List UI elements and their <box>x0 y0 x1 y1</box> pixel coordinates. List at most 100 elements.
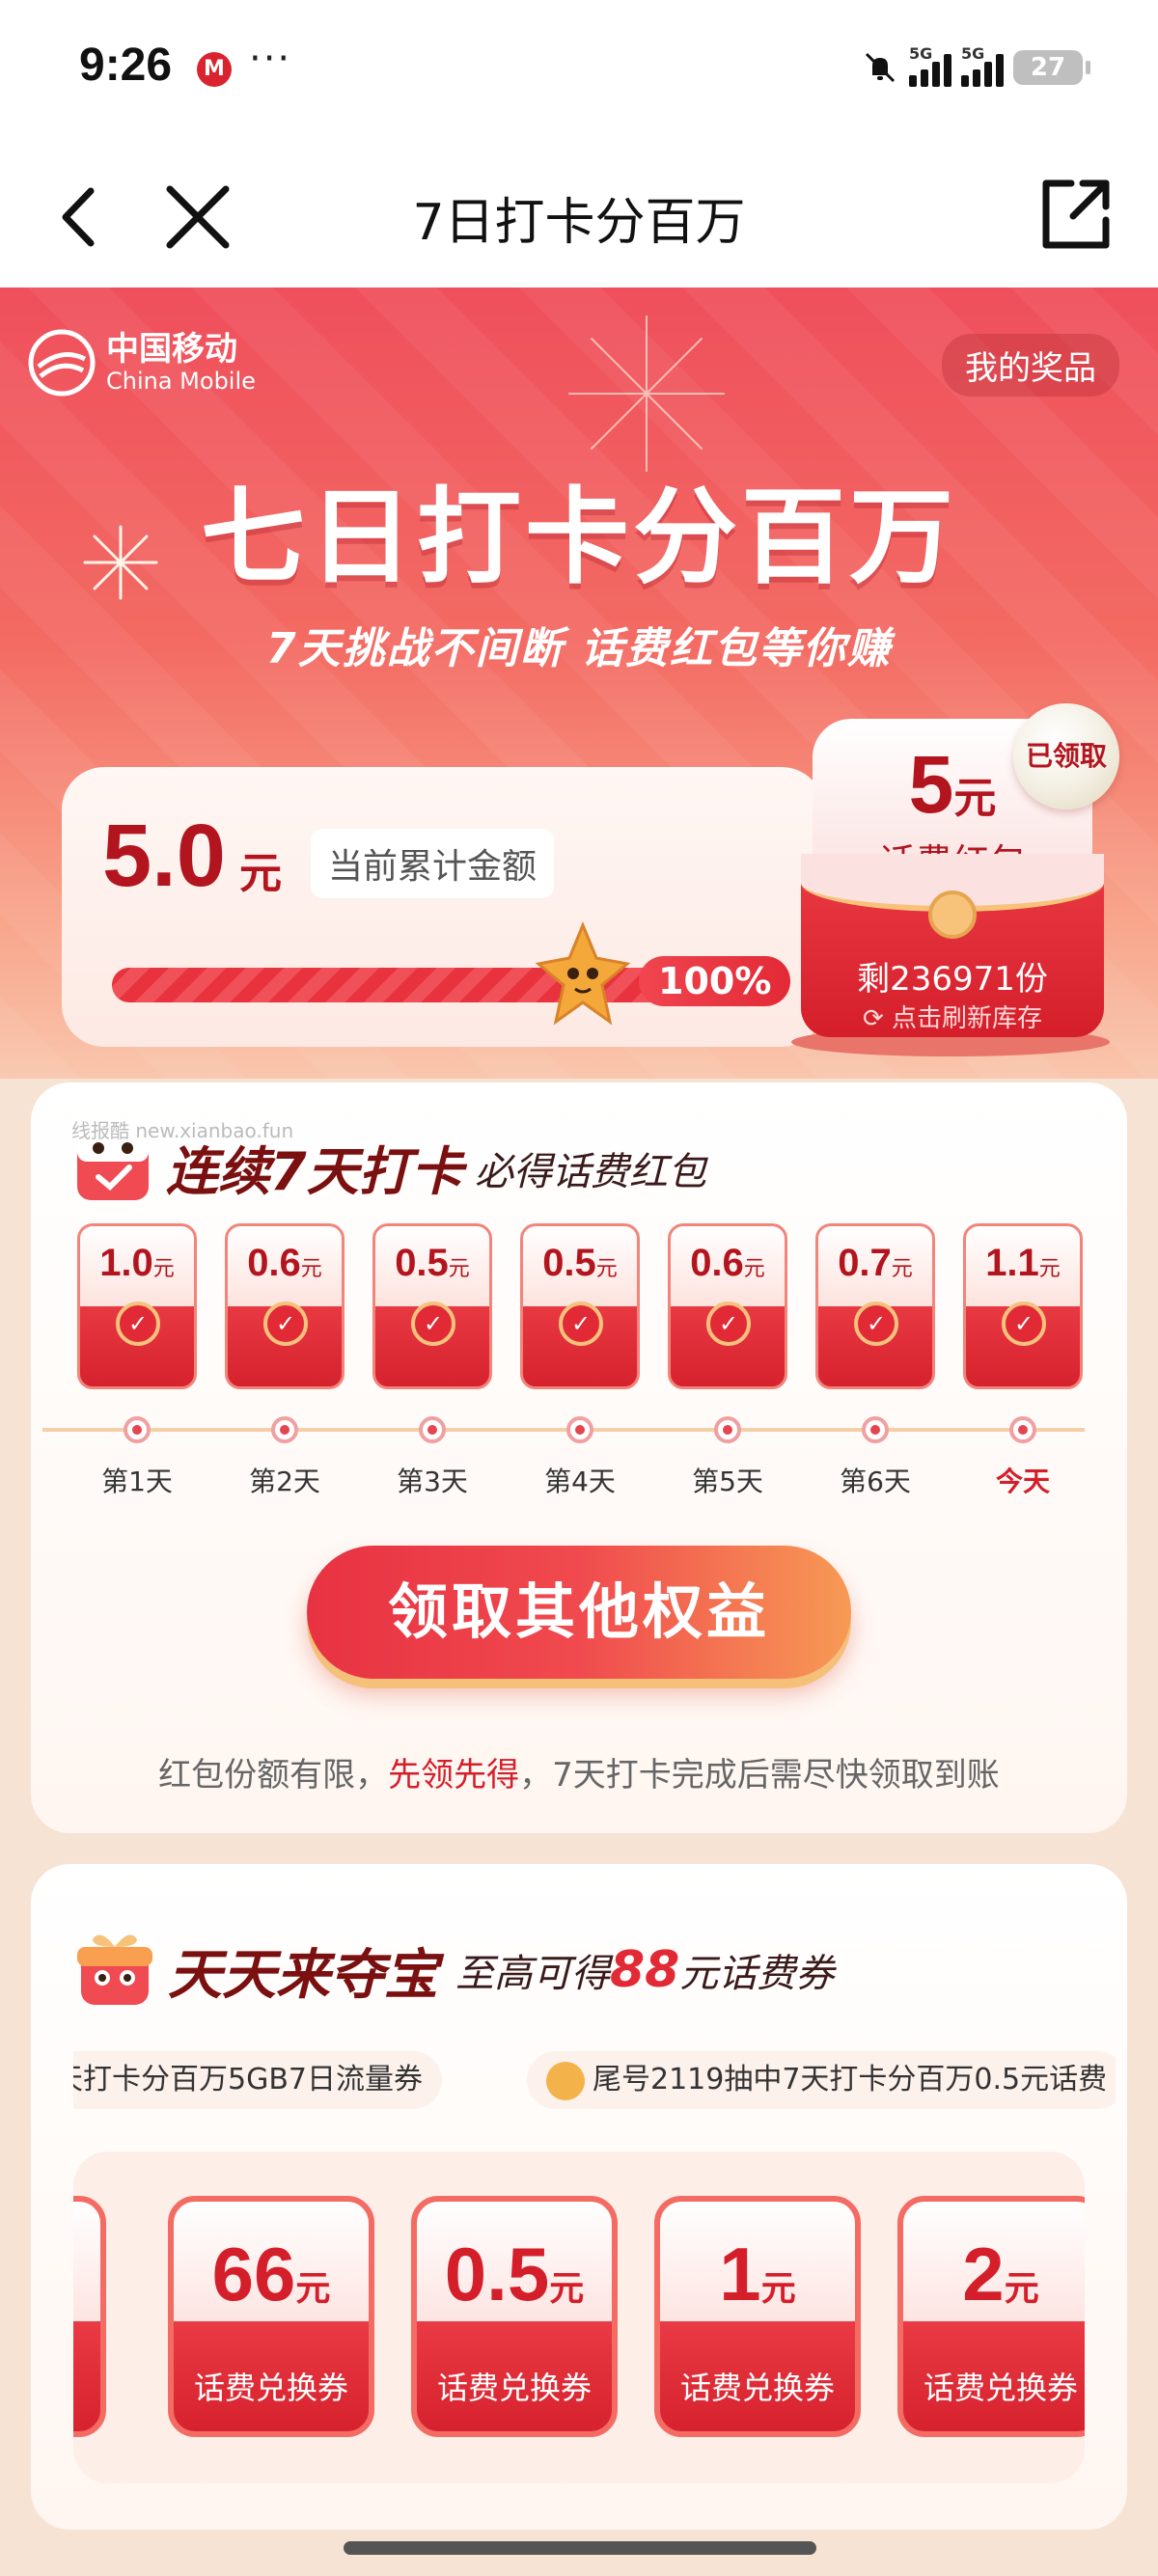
share-icon[interactable] <box>1033 172 1119 259</box>
brand-name-cn: 中国移动 <box>106 330 237 369</box>
red-packet-remaining: 剩236971份 <box>857 960 1048 999</box>
coupon-label: 话费兑换券 <box>923 2370 1078 2406</box>
treasure-subtitle-prefix: 至高可得 <box>455 1952 610 1996</box>
brand-name-en: China Mobile <box>106 368 256 395</box>
refresh-stock-label: 点击刷新库存 <box>892 1004 1043 1033</box>
coupon-card-partial[interactable] <box>73 2196 106 2437</box>
coupon-amount-unit: 元 <box>295 2269 331 2309</box>
signal-icon-1: 5G <box>909 44 951 87</box>
check-icon: ✓ <box>854 1302 898 1346</box>
coupon-amount: 0.5元 <box>417 2231 612 2318</box>
coupon-amount-value: 0.5 <box>444 2232 550 2316</box>
status-indicators: 5G 5G 27 <box>861 44 1090 91</box>
checkin-day-card: 0.5元 ✓ <box>520 1223 640 1389</box>
day-red-packet: 0.6元 ✓ <box>225 1223 345 1389</box>
day-amount: 0.5元 <box>523 1242 637 1285</box>
day-amount-value: 0.6 <box>690 1242 744 1284</box>
day-red-packet: 1.0元 ✓ <box>77 1223 197 1389</box>
coupon-amount-unit: 元 <box>1004 2269 1039 2309</box>
day-amount: 1.0元 <box>80 1242 194 1285</box>
notice-suffix: ，7天打卡完成后需尽快领取到账 <box>519 1756 1000 1795</box>
check-icon: ✓ <box>263 1302 308 1346</box>
status-time: 9:26 <box>79 40 173 91</box>
home-indicator <box>344 2541 816 2555</box>
timeline-dot <box>862 1416 889 1443</box>
timeline-dot <box>1009 1416 1036 1443</box>
day-label: 第6天 <box>840 1466 911 1497</box>
day-label: 第5天 <box>692 1466 763 1497</box>
winner-avatar-icon <box>546 2061 585 2100</box>
refresh-stock-link[interactable]: ⟳ 点击刷新库存 <box>801 999 1104 1034</box>
coupon-amount-value: 66 <box>211 2232 296 2316</box>
china-mobile-logo: 中国移动 China Mobile <box>27 328 256 397</box>
day-amount: 0.5元 <box>375 1242 489 1285</box>
checkin-calendar-icon <box>77 1140 149 1200</box>
day-amount-value: 0.5 <box>395 1242 449 1284</box>
claimed-badge: 已领取 <box>1013 703 1119 809</box>
day-amount: 0.6元 <box>228 1242 342 1285</box>
nav-bar: 7日打卡分百万 <box>0 145 1158 288</box>
claim-other-benefits-button[interactable]: 领取其他权益 <box>307 1546 851 1679</box>
day-amount-value: 0.6 <box>247 1242 301 1284</box>
hero-title: 七日打卡分百万 <box>200 478 957 598</box>
treasure-subtitle: 至高可得88元话费券 <box>455 1941 834 1999</box>
checkin-day-card: 0.7元 ✓ <box>815 1223 935 1389</box>
china-mobile-logo-icon <box>28 329 96 397</box>
exchange-coupon-card[interactable]: 1元话费兑换券 <box>654 2196 861 2437</box>
day-amount: 0.6元 <box>671 1242 785 1285</box>
checkin-title: 连续7天打卡 <box>166 1141 463 1202</box>
notice-prefix: 红包份额有限， <box>158 1756 389 1795</box>
coupon-amount-value: 2 <box>962 2232 1005 2316</box>
day-label-today: 今天 <box>995 1466 1050 1497</box>
checkin-card: 线报酷 new.xianbao.fun 连续7天打卡 必得话费红包 <box>31 1082 1127 1833</box>
day-label: 第1天 <box>101 1466 173 1497</box>
winners-marquee: 天打卡分百万5GB7日流量券 尾号2119抽中7天打卡分百万0.5元话费 <box>73 2047 1116 2115</box>
day-amount-value: 0.5 <box>542 1242 596 1284</box>
coupon-amount-unit: 元 <box>760 2269 796 2309</box>
day-red-packet: 0.5元 ✓ <box>520 1223 640 1389</box>
coupon-amount-value: 1 <box>719 2232 761 2316</box>
day-red-packet: 0.5元 ✓ <box>372 1223 492 1389</box>
red-packet-amount-unit: 元 <box>953 774 997 823</box>
coupon-label: 话费兑换券 <box>436 2370 592 2406</box>
checkin-timeline <box>42 1416 1085 1443</box>
my-prizes-button[interactable]: 我的奖品 <box>942 334 1119 397</box>
accumulated-amount-card: 5.0 元 当前累计金额 100% <box>62 767 824 1047</box>
checkin-day-card: 0.6元 ✓ <box>225 1223 345 1389</box>
checkin-day-card: 0.5元 ✓ <box>372 1223 492 1389</box>
checkin-subtitle: 必得话费红包 <box>475 1150 706 1194</box>
check-icon: ✓ <box>116 1302 160 1346</box>
progress-percent: 100% <box>639 956 791 1006</box>
treasure-subtitle-suffix: 元话费券 <box>679 1952 835 1996</box>
marquee-item: 天打卡分百万5GB7日流量券 <box>73 2051 443 2109</box>
day-amount-unit: 元 <box>152 1257 175 1281</box>
coupon-label: 话费兑换券 <box>679 2370 835 2406</box>
progress-bar <box>112 968 730 1002</box>
check-icon: ✓ <box>706 1302 751 1346</box>
notice-highlight: 先领先得 <box>388 1756 520 1795</box>
hero-subtitle: 7天挑战不间断 话费红包等你赚 <box>266 624 892 673</box>
day-amount-value: 0.7 <box>838 1242 892 1284</box>
day-amount-unit: 元 <box>891 1257 913 1281</box>
mascot-icon <box>535 921 631 1026</box>
day-amount-unit: 元 <box>595 1257 618 1281</box>
red-packet-card[interactable]: 5元 话费红包 剩236971份 ⟳ 点击刷新库存 已领取 <box>791 703 1119 1056</box>
treasure-title: 天天来夺宝 <box>168 1944 438 2007</box>
marquee-text: 天打卡分百万5GB7日流量券 <box>73 2063 424 2096</box>
timeline-dot <box>271 1416 298 1443</box>
day-red-packet: 0.7元 ✓ <box>815 1223 935 1389</box>
exchange-coupon-card[interactable]: 0.5元话费兑换券 <box>411 2196 618 2437</box>
accumulated-amount-label: 当前累计金额 <box>311 829 555 898</box>
checkin-day-card: 0.6元 ✓ <box>668 1223 787 1389</box>
exchange-coupon-card[interactable]: 2元话费兑换券 <box>897 2196 1085 2437</box>
treasure-subtitle-number: 88 <box>610 1941 680 1999</box>
marquee-item: 尾号2119抽中7天打卡分百万0.5元话费 <box>527 2051 1116 2109</box>
exchange-coupon-card[interactable]: 66元 话费兑换券 <box>168 2196 374 2437</box>
mute-icon <box>865 52 896 83</box>
checkin-day-card: 1.0元 ✓ <box>77 1223 197 1389</box>
network-type-2: 5G <box>961 44 985 63</box>
app-notification-icon: M <box>197 52 232 87</box>
accumulated-amount-unit: 元 <box>239 849 282 898</box>
coupon-amount: 2元 <box>903 2231 1085 2318</box>
checkin-notice: 红包份额有限，先领先得，7天打卡完成后需尽快领取到账 <box>0 1748 1158 1795</box>
